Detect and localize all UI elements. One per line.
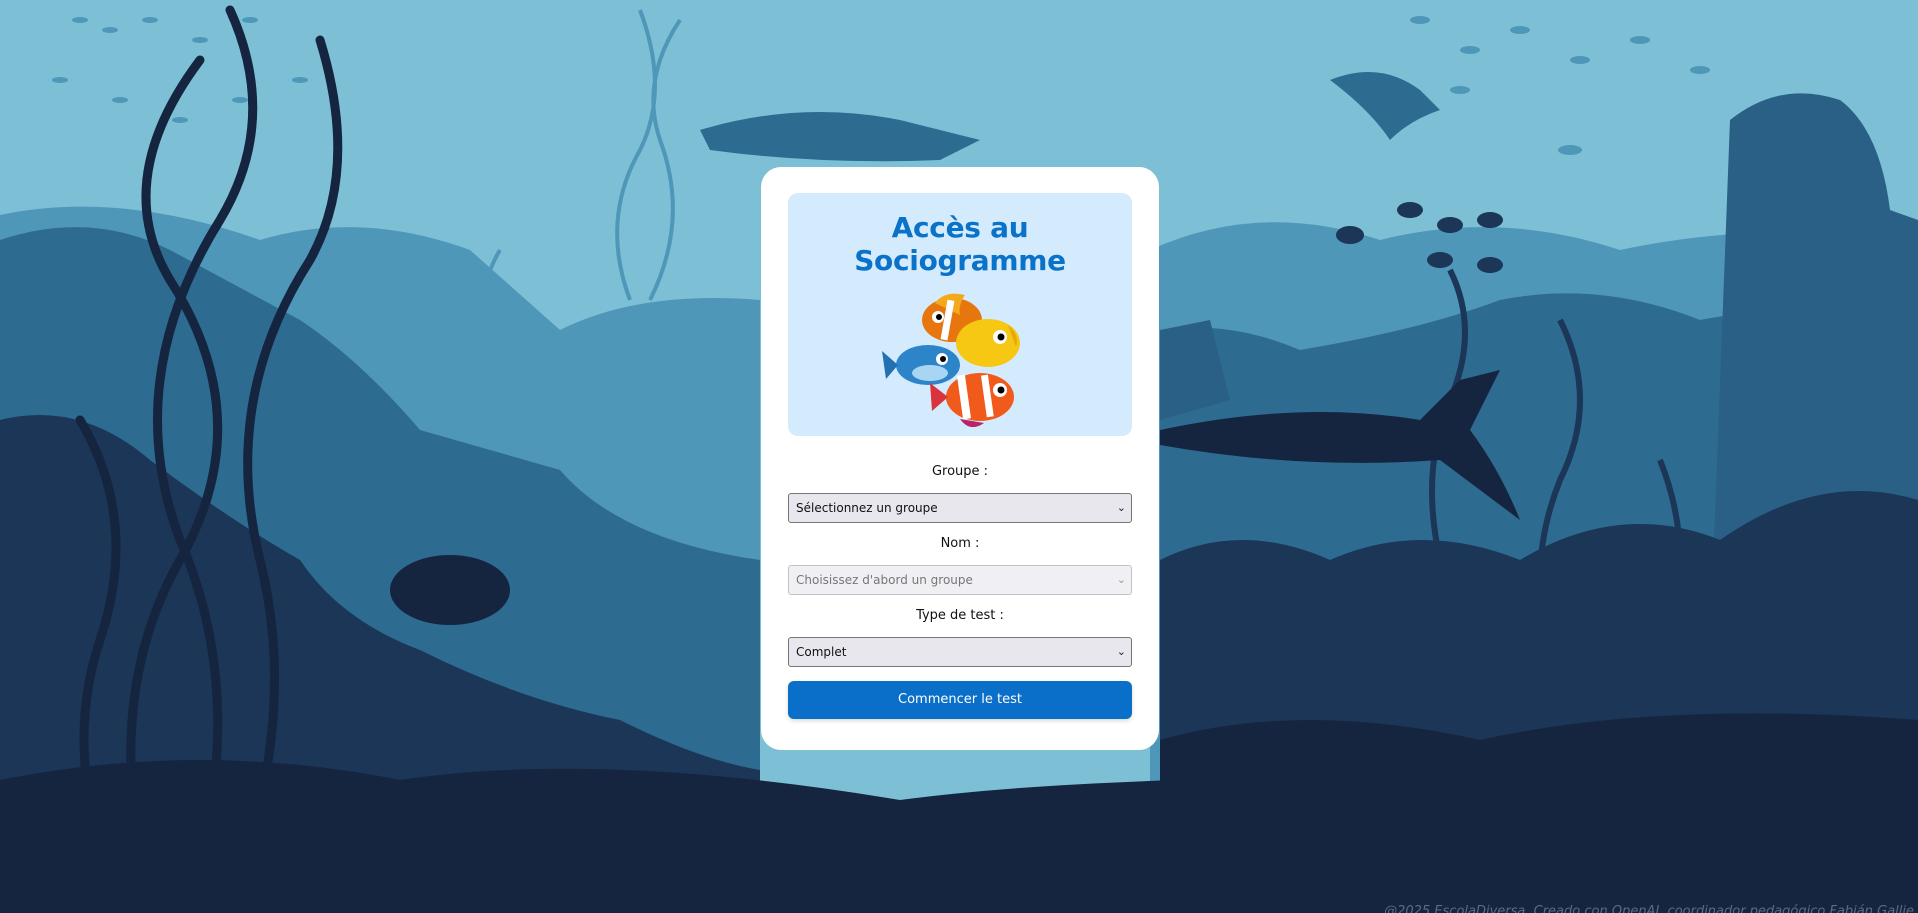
chevron-down-icon: ⌄	[1116, 501, 1126, 514]
page-title: Accès au Sociogramme	[854, 211, 1066, 277]
chevron-down-icon: ⌄	[1116, 573, 1126, 586]
group-label: Groupe :	[931, 464, 989, 479]
name-label: Nom :	[940, 536, 980, 551]
test-type-label: Type de test :	[916, 608, 1004, 623]
login-card: Accès au Sociogramme Groupe: Sélectionn…	[761, 167, 1159, 750]
group-select[interactable]: Sélectionnez un groupe ⌄	[788, 493, 1132, 523]
card-header: Accès au Sociogramme	[788, 193, 1132, 436]
start-test-button[interactable]: Commencer le test	[788, 681, 1132, 719]
group-select-value: Sélectionnez un groupe	[796, 501, 938, 515]
chevron-down-icon: ⌄	[1116, 645, 1126, 658]
test-type-select-value: Complet	[796, 645, 847, 659]
name-select-value: Choisissez d'abord un groupe	[796, 573, 973, 587]
name-select[interactable]: Choisissez d'abord un groupe ⌄	[788, 565, 1132, 595]
test-type-select[interactable]: Complet ⌄	[788, 637, 1132, 667]
footer-credit: @2025 EscolaDiversa. Creado con OpenAI, …	[1384, 904, 1914, 913]
fish-group-icon	[882, 293, 1020, 428]
page-background: Accès au Sociogramme Groupe: Sélectionn…	[0, 0, 1918, 913]
